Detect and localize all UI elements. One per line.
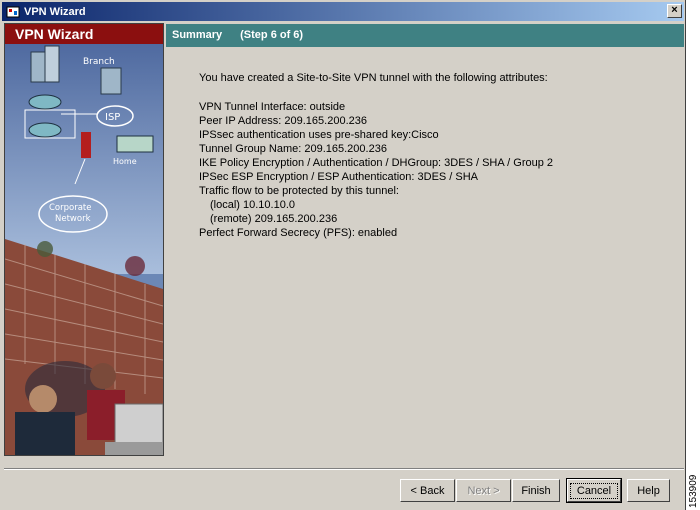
attr-ipsec-esp: IPSec ESP Encryption / ESP Authenticatio… [199,171,479,183]
home-label: Home [113,157,137,166]
close-icon: × [671,4,678,16]
vpn-app-icon [6,6,20,17]
help-button[interactable]: Help [627,479,670,502]
close-button[interactable]: × [667,4,682,18]
branch-label: Branch [83,57,115,67]
attr-tunnel-interface: VPN Tunnel Interface: outside [199,101,346,113]
side-panel: VPN Wizard Branch ISP Home Corporate Net… [4,23,164,456]
next-button[interactable]: Next > [456,479,511,502]
attr-local-network: (local) 10.10.10.0 [210,199,295,211]
attr-ike-policy: IKE Policy Encryption / Authentication /… [199,157,554,169]
attr-remote-network: (remote) 209.165.200.236 [210,213,338,225]
attr-pfs: Perfect Forward Secrecy (PFS): enabled [199,227,398,239]
side-panel-title: VPN Wizard [5,24,163,44]
summary-content: You have created a Site-to-Site VPN tunn… [166,47,684,457]
attr-peer-ip: Peer IP Address: 209.165.200.236 [199,115,367,127]
back-button[interactable]: < Back [400,479,455,502]
cancel-button-label: Cancel [570,482,618,499]
attr-traffic-flow: Traffic flow to be protected by this tun… [199,185,399,197]
vpn-wizard-window: VPN Wizard × VPN Wizard Branch ISP Home … [0,0,686,510]
attribute-list: VPN Tunnel Interface: outside Peer IP Ad… [199,100,553,240]
step-indicator: (Step 6 of 6) [240,29,304,41]
step-title: Summary [172,29,223,41]
figure-id: 153909 [688,474,699,508]
attr-auth-method: IPSsec authentication uses pre-shared ke… [199,129,439,141]
side-panel-illustration: Branch ISP Home Corporate Network [5,44,163,455]
isp-label: ISP [105,112,120,123]
step-header: Summary (Step 6 of 6) [166,24,684,47]
button-separator [4,468,684,470]
finish-button[interactable]: Finish [512,479,560,502]
network-label: Network [55,214,91,224]
summary-intro: You have created a Site-to-Site VPN tunn… [199,72,548,84]
attr-tunnel-group: Tunnel Group Name: 209.165.200.236 [199,143,387,155]
corporate-label: Corporate [49,203,92,213]
window-title: VPN Wizard [24,5,86,18]
title-bar: VPN Wizard × [2,2,684,21]
cancel-button[interactable]: Cancel [566,478,622,503]
